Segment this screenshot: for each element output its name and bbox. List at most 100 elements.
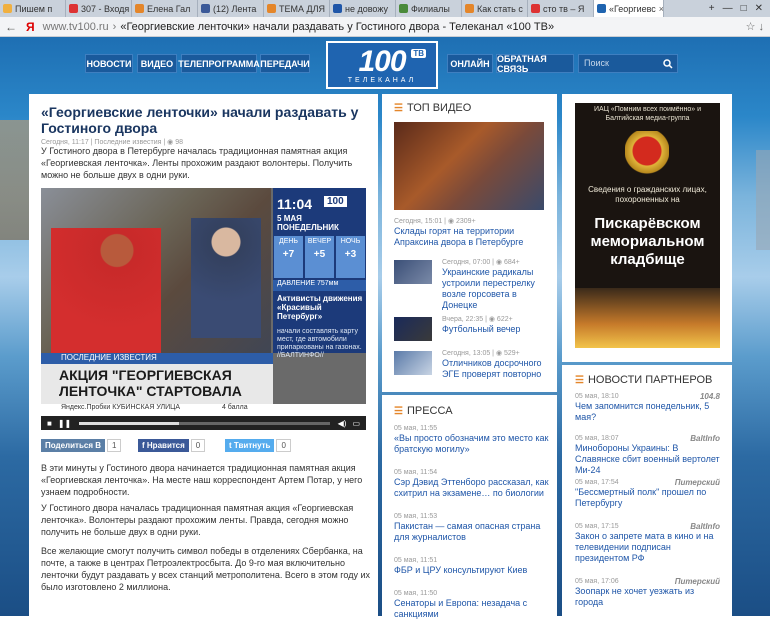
partner-meta: 05 мая, 18:10 [575,393,619,400]
list-item[interactable]: 05 мая, 17:54 Питерский "Бессмертный полк… [575,478,720,509]
browser-tab[interactable]: сто тв – Я [528,0,594,17]
partner-meta: 05 мая, 17:06 [575,578,619,585]
vk-icon: В [95,441,102,450]
news-title-link[interactable]: Украинские радикалы устроили перестрелку… [442,267,550,311]
news-thumbnail[interactable] [394,260,432,284]
video-stop-icon[interactable]: ■ [47,419,52,428]
video-ticker: начали составлять карту мест, где автомо… [277,328,362,359]
news-thumbnail[interactable] [394,351,432,375]
press-meta: 05 мая, 11:55 [394,425,438,432]
list-item[interactable]: 05 мая, 11:51 ФБР и ЦРУ консультируют Ки… [394,556,549,576]
top-video-main[interactable]: Сегодня, 15:01 | ◉ 2309+ Склады горят на… [394,217,549,248]
tweet-button[interactable]: t Твитнуть [225,439,275,452]
top-video-main-thumbnail[interactable] [394,122,544,210]
news-title-link[interactable]: Футбольный вечер [442,324,550,335]
press-meta: 05 мая, 11:51 [394,557,438,564]
list-item[interactable]: 05 мая, 11:55 «Вы просто обозначим это м… [394,424,549,455]
memorial-ad-banner[interactable]: ИАЦ «Помним всех поимённо» и Балтийская … [575,103,720,348]
site-logo[interactable]: 100 ТВ ТЕЛЕКАНАЛ [326,41,438,89]
video-traffic: Яндекс.Пробки КУБИНСКАЯ УЛИЦА 4 балла [41,404,366,416]
video-volume-icon[interactable]: ◀) [338,419,347,428]
video-activists: Активисты движения «Красивый Петербург» [277,294,363,321]
press-title-link[interactable]: Сэр Дэвид Эттенборо рассказал, как схитр… [394,477,549,499]
video-player[interactable]: 11:04 100 5 МАЯ ПОНЕДЕЛЬНИК ДЕНЬ +7 ВЕЧЕР… [41,188,366,430]
minimize-button[interactable]: — [723,3,733,14]
yandex-icon[interactable]: Я [22,20,39,34]
partner-meta: 05 мая, 17:54 [575,479,619,486]
url-page-title[interactable]: «Георгиевские ленточки» начали раздавать… [120,21,554,33]
article-paragraph: У Гостиного двора началась традиционная … [41,503,354,537]
article-lead: У Гостиного двора в Петербурге началась … [41,146,353,180]
back-button[interactable]: ← [0,20,22,34]
star-icon[interactable]: ☆ [746,21,756,33]
press-title-link[interactable]: «Вы просто обозначим это место как братс… [394,433,549,455]
nav-online[interactable]: ОНЛАЙН [447,54,493,73]
tab-label: 307 - Входя [81,3,130,14]
nav-video[interactable]: ВИДЕО [137,54,177,73]
video-fullscreen-icon[interactable]: ▭ [352,419,360,428]
background-city-left [0,120,30,240]
facebook-like-button[interactable]: f Нравится [138,439,189,452]
browser-tab[interactable]: Филиалы [396,0,462,17]
list-item[interactable]: 05 мая, 11:50 Сенаторы и Европа: незадач… [394,589,549,620]
partner-title-link[interactable]: "Бессмертный полк" прошел по Петербургу [575,487,720,509]
list-item[interactable]: 05 мая, 18:07 BaltInfo Минобороны Украины… [575,434,720,476]
browser-tab[interactable]: Пишем п [0,0,66,17]
list-item[interactable]: 05 мая, 17:15 BaltInfo Закон о запрете ма… [575,522,720,564]
partner-title-link[interactable]: Зоопарк не хочет уезжать из города [575,586,720,608]
list-item[interactable]: 05 мая, 11:54 Сэр Дэвид Эттенборо расска… [394,468,549,499]
partner-title-link[interactable]: Чем запомнится понедельник, 5 мая? [575,401,720,423]
list-item[interactable]: Вчера, 22:35 | ◉ 622+ Футбольный вечер [442,315,550,335]
nav-news[interactable]: НОВОСТИ [85,54,133,73]
press-title-link[interactable]: Пакистан — самая опасная страна для журн… [394,521,549,543]
partner-title-link[interactable]: Закон о запрете мата в кино и на телевид… [575,531,720,564]
list-item[interactable]: 05 мая, 17:06 Питерский Зоопарк не хочет … [575,577,720,608]
browser-tab[interactable]: (12) Лента [198,0,264,17]
video-pause-icon[interactable]: ❚❚ [58,419,71,428]
press-meta: 05 мая, 11:53 [394,513,438,520]
browser-tab[interactable]: Как стать с [462,0,528,17]
browser-tab[interactable]: ТЕМА ДЛЯ [264,0,330,17]
share-facebook[interactable]: f Нравится 0 [138,439,206,452]
share-vk-count: 1 [107,439,122,452]
list-item[interactable]: Сегодня, 07:00 | ◉ 684+ Украинские радик… [442,258,550,311]
video-date: 5 МАЯ ПОНЕДЕЛЬНИК [277,214,339,232]
browser-tab[interactable]: не довожу [330,0,396,17]
browser-tab[interactable]: 307 - Входя [66,0,132,17]
news-title-link[interactable]: Склады горят на территории Апраксина дво… [394,226,549,248]
search-icon[interactable] [658,54,678,73]
share-vk[interactable]: Поделиться В 1 [41,439,122,452]
news-thumbnail[interactable] [394,317,432,341]
browser-tab[interactable]: «Георгиевс × [594,0,664,17]
new-tab-button[interactable]: + [709,3,715,14]
news-meta: Сегодня, 15:01 | ◉ 2309+ [394,218,476,225]
share-vk-button[interactable]: Поделиться В [41,439,106,452]
share-twitter[interactable]: t Твитнуть 0 [225,439,291,452]
close-window-button[interactable]: ✕ [755,3,763,14]
url-domain[interactable]: www.tv100.ru [43,21,109,33]
tab-favicon-icon [531,4,540,13]
article-paragraph: В эти минуты у Гостиного двора начинаетс… [41,463,363,497]
nav-tvguide[interactable]: ТЕЛЕПРОГРАММА [178,54,260,73]
press-title-link[interactable]: ФБР и ЦРУ консультируют Киев [394,565,549,576]
maximize-button[interactable]: □ [741,3,747,14]
article-title: «Георгиевские ленточки» начали раздавать… [41,104,359,136]
news-title-link[interactable]: Отличников досрочного ЭГЕ проверят повто… [442,358,550,380]
press-title-link[interactable]: Сенаторы и Европа: незадача с санкциями [394,598,549,620]
list-item[interactable]: 05 мая, 18:10 104.8 Чем запомнится понеде… [575,392,720,423]
browser-tab[interactable]: Елена Гал [132,0,198,17]
section-marker-icon: ☰ [394,405,403,417]
close-tab-icon[interactable]: × [659,4,663,14]
video-progress-bar[interactable] [79,421,330,425]
nav-shows[interactable]: ПЕРЕДАЧИ [260,54,310,73]
weather-day: ДЕНЬ +7 [274,236,303,278]
list-item[interactable]: Сегодня, 13:05 | ◉ 529+ Отличников досро… [442,349,550,380]
video-headline: АКЦИЯ "ГЕОРГИЕВСКАЯ ЛЕНТОЧКА" СТАРТОВАЛА [41,364,273,404]
partner-source-logo: BaltInfo [690,522,720,531]
nav-feedback[interactable]: ОБРАТНАЯ СВЯЗЬ [496,54,574,74]
tab-favicon-icon [399,4,408,13]
list-item[interactable]: 05 мая, 11:53 Пакистан — самая опасная с… [394,512,549,543]
video-section-label: ПОСЛЕДНИЕ ИЗВЕСТИЯ [41,353,273,364]
download-icon[interactable]: ↓ [759,21,765,33]
partner-title-link[interactable]: Минобороны Украины: В Славянске сбит вое… [575,443,720,476]
